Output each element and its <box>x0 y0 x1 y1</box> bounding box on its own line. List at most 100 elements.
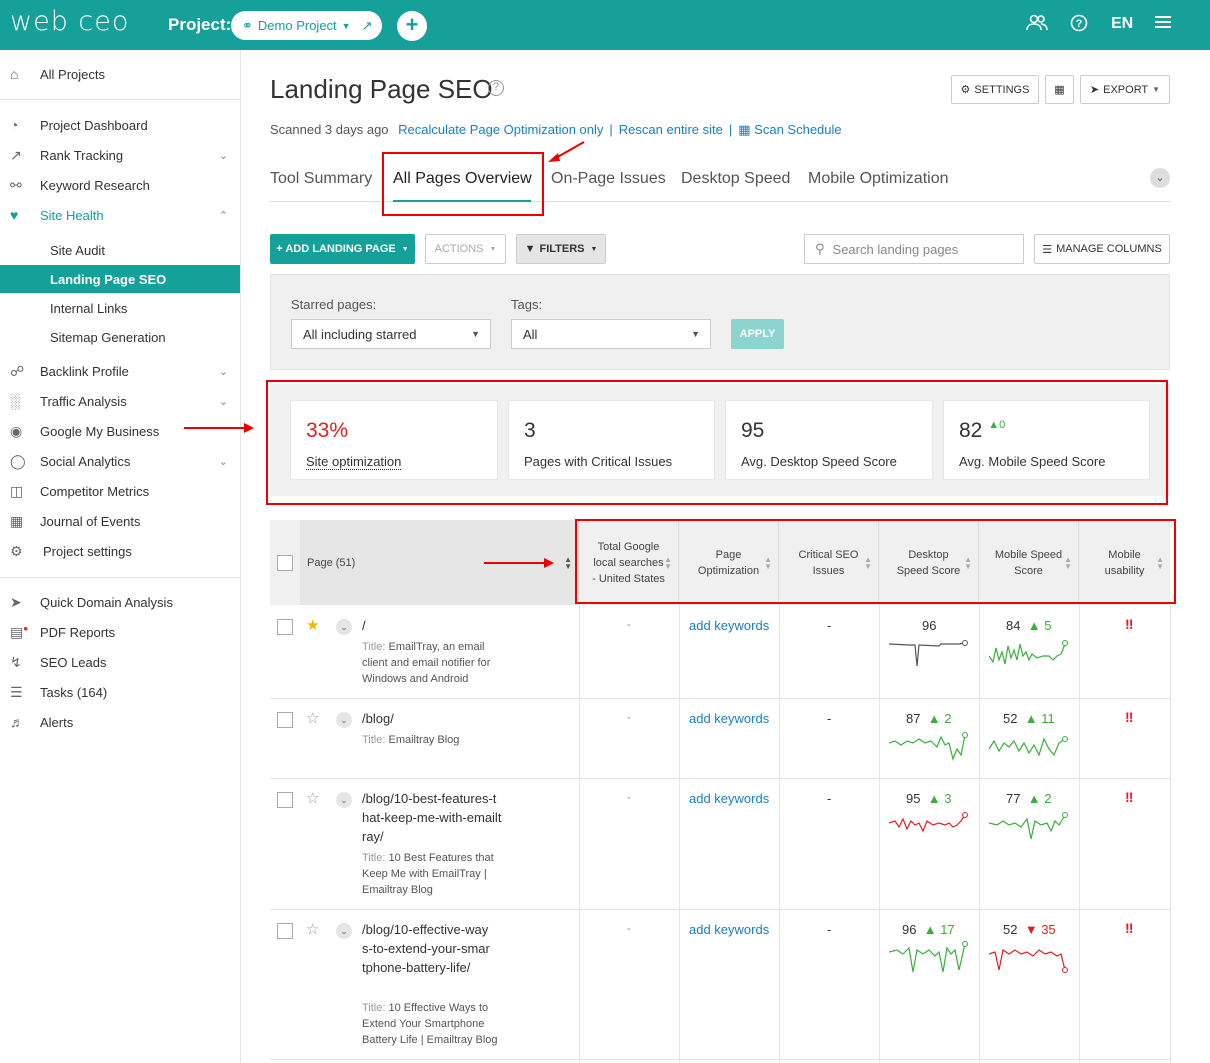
scan-schedule-link[interactable]: Scan Schedule <box>754 122 841 137</box>
starred-select[interactable]: All including starred ▼ <box>291 319 491 349</box>
page-path[interactable]: /blog/10-best-features-that-keep-me-with… <box>362 789 502 846</box>
sidebar-item-backlink-profile[interactable]: ☍ Backlink Profile ⌄ <box>0 357 240 385</box>
tags-select[interactable]: All ▼ <box>511 319 711 349</box>
sidebar-item-alerts[interactable]: ♬ Alerts <box>0 708 240 736</box>
star-empty-icon[interactable]: ☆ <box>306 920 319 938</box>
share-icon: ⚭ <box>242 17 253 33</box>
users-icon[interactable] <box>1026 14 1048 37</box>
tasks-icon: ☰ <box>10 683 23 700</box>
external-link-icon[interactable]: ↗ <box>362 18 373 34</box>
tab-tool-summary[interactable]: Tool Summary <box>270 170 372 188</box>
row-checkbox[interactable] <box>277 712 293 728</box>
chevron-down-icon[interactable]: ⌄ <box>336 712 352 728</box>
annotation-arrow <box>184 423 254 433</box>
critical-value: - <box>827 618 832 633</box>
chevron-down-icon: ⌄ <box>218 455 228 468</box>
sidebar-sub-site-audit[interactable]: Site Audit <box>0 236 240 264</box>
select-all-checkbox[interactable] <box>277 555 293 571</box>
sidebar-item-seo-leads[interactable]: ↯ SEO Leads <box>0 648 240 676</box>
page-path[interactable]: / <box>362 616 502 635</box>
dashboard-icon: ◔ <box>10 117 19 133</box>
caret-down-icon: ▼ <box>401 245 409 253</box>
searches-value: - <box>627 712 631 724</box>
project-selector[interactable]: ⚭ Demo Project ▼ ↗ <box>231 11 382 40</box>
row-checkbox[interactable] <box>277 792 293 808</box>
tab-desktop-speed[interactable]: Desktop Speed <box>681 170 790 188</box>
add-keywords-link[interactable]: add keywords <box>689 711 769 726</box>
delta-up-icon: ▲ <box>1027 618 1041 633</box>
rocket-icon: ➤ <box>10 593 22 610</box>
page-title-text: Title: Emailtray Blog <box>362 734 460 746</box>
chevron-down-icon[interactable]: ⌄ <box>336 923 352 939</box>
caret-down-icon: ▼ <box>1152 85 1161 94</box>
sidebar-item-site-health[interactable]: ♥ Site Health ⌃ <box>0 201 240 229</box>
sidebar-item-keyword-research[interactable]: ⚯ Keyword Research <box>0 171 240 199</box>
webceo-logo[interactable]: web ceo <box>10 6 129 37</box>
chevron-down-icon: ⌄ <box>218 149 228 162</box>
delta-down-icon: ▼ <box>1024 922 1038 937</box>
star-filled-icon[interactable]: ★ <box>306 616 319 634</box>
chevron-down-icon[interactable]: ⌄ <box>336 619 352 635</box>
add-keywords-link[interactable]: add keywords <box>689 618 769 633</box>
sidebar-item-quick-domain-analysis[interactable]: ➤ Quick Domain Analysis <box>0 588 240 616</box>
sidebar-item-project-dashboard[interactable]: ◔ Project Dashboard <box>0 111 240 139</box>
filters-button[interactable]: ▼ FILTERS ▼ <box>516 234 606 264</box>
settings-button[interactable]: ⚙ SETTINGS <box>951 75 1039 104</box>
apply-button[interactable]: APPLY <box>731 319 784 349</box>
sidebar-item-project-settings[interactable]: ⚙ Project settings <box>0 537 240 565</box>
caret-down-icon: ▼ <box>691 329 700 339</box>
top-bar: web ceo Project: ⚭ Demo Project ▼ ↗ + ? … <box>0 0 1210 50</box>
add-keywords-link[interactable]: add keywords <box>689 791 769 806</box>
mobile-warning-icon[interactable]: ‼ <box>1125 789 1133 805</box>
mobile-sparkline <box>989 736 1068 757</box>
calendar-icon: ▦ <box>10 512 24 529</box>
sidebar-item-rank-tracking[interactable]: ↗ Rank Tracking ⌄ <box>0 141 240 169</box>
sidebar-sub-sitemap-generation[interactable]: Sitemap Generation <box>0 323 240 351</box>
export-button[interactable]: ➤ EXPORT ▼ <box>1080 75 1170 104</box>
calendar-button[interactable]: ▦ <box>1045 75 1074 104</box>
recalculate-link[interactable]: Recalculate Page Optimization only <box>398 122 603 137</box>
tab-mobile-optimization[interactable]: Mobile Optimization <box>808 170 949 188</box>
actions-button[interactable]: ACTIONS ▼ <box>425 234 506 264</box>
row-checkbox[interactable] <box>277 619 293 635</box>
page-path[interactable]: /blog/ <box>362 709 502 728</box>
language-selector[interactable]: EN <box>1111 15 1133 33</box>
star-empty-icon[interactable]: ☆ <box>306 709 319 727</box>
sidebar-sub-landing-page-seo[interactable]: Landing Page SEO <box>0 265 240 293</box>
sidebar-item-competitor-metrics[interactable]: ◫ Competitor Metrics <box>0 477 240 505</box>
chevron-down-icon[interactable]: ⌄ <box>1150 168 1170 188</box>
sidebar-item-journal-of-events[interactable]: ▦ Journal of Events <box>0 507 240 535</box>
menu-icon[interactable] <box>1154 14 1172 35</box>
rescan-link[interactable]: Rescan entire site <box>619 122 723 137</box>
key-icon: ⚯ <box>10 176 22 193</box>
desktop-sparkline <box>889 732 968 761</box>
chevron-up-icon: ⌃ <box>218 209 228 222</box>
add-landing-page-button[interactable]: + ADD LANDING PAGE ▼ <box>270 234 415 264</box>
row-checkbox[interactable] <box>277 923 293 939</box>
search-input[interactable]: ⚲ Search landing pages <box>804 234 1024 264</box>
critical-value: - <box>827 791 832 806</box>
sidebar-item-pdf-reports[interactable]: ▤● PDF Reports <box>0 618 240 646</box>
mobile-warning-icon[interactable]: ‼ <box>1125 920 1133 936</box>
mobile-warning-icon[interactable]: ‼ <box>1125 616 1133 632</box>
add-project-button[interactable]: + <box>397 11 427 41</box>
mobile-warning-icon[interactable]: ‼ <box>1125 709 1133 725</box>
mobile-score: 52 ▲ 11 <box>1003 711 1055 726</box>
help-icon[interactable]: ? <box>488 80 504 96</box>
annotation-box <box>266 380 1168 505</box>
manage-columns-button[interactable]: ☰ MANAGE COLUMNS <box>1034 234 1170 264</box>
tab-on-page-issues[interactable]: On-Page Issues <box>551 170 666 188</box>
sidebar-item-social-analytics[interactable]: ◯ Social Analytics ⌄ <box>0 447 240 475</box>
sidebar-sub-internal-links[interactable]: Internal Links <box>0 294 240 322</box>
sidebar-item-traffic-analysis[interactable]: ░ Traffic Analysis ⌄ <box>0 387 240 415</box>
sidebar-item-all-projects[interactable]: ⌂ All Projects <box>0 60 240 88</box>
sidebar-divider <box>0 577 240 578</box>
help-icon[interactable]: ? <box>1070 14 1088 37</box>
star-empty-icon[interactable]: ☆ <box>306 789 319 807</box>
chevron-down-icon[interactable]: ⌄ <box>336 792 352 808</box>
mobile-score: 52 ▼ 35 <box>1003 922 1056 937</box>
add-keywords-link[interactable]: add keywords <box>689 922 769 937</box>
page-path[interactable]: /blog/10-effective-ways-to-extend-your-s… <box>362 920 492 977</box>
sidebar-item-tasks[interactable]: ☰ Tasks (164) <box>0 678 240 706</box>
mobile-sparkline <box>989 640 1068 665</box>
